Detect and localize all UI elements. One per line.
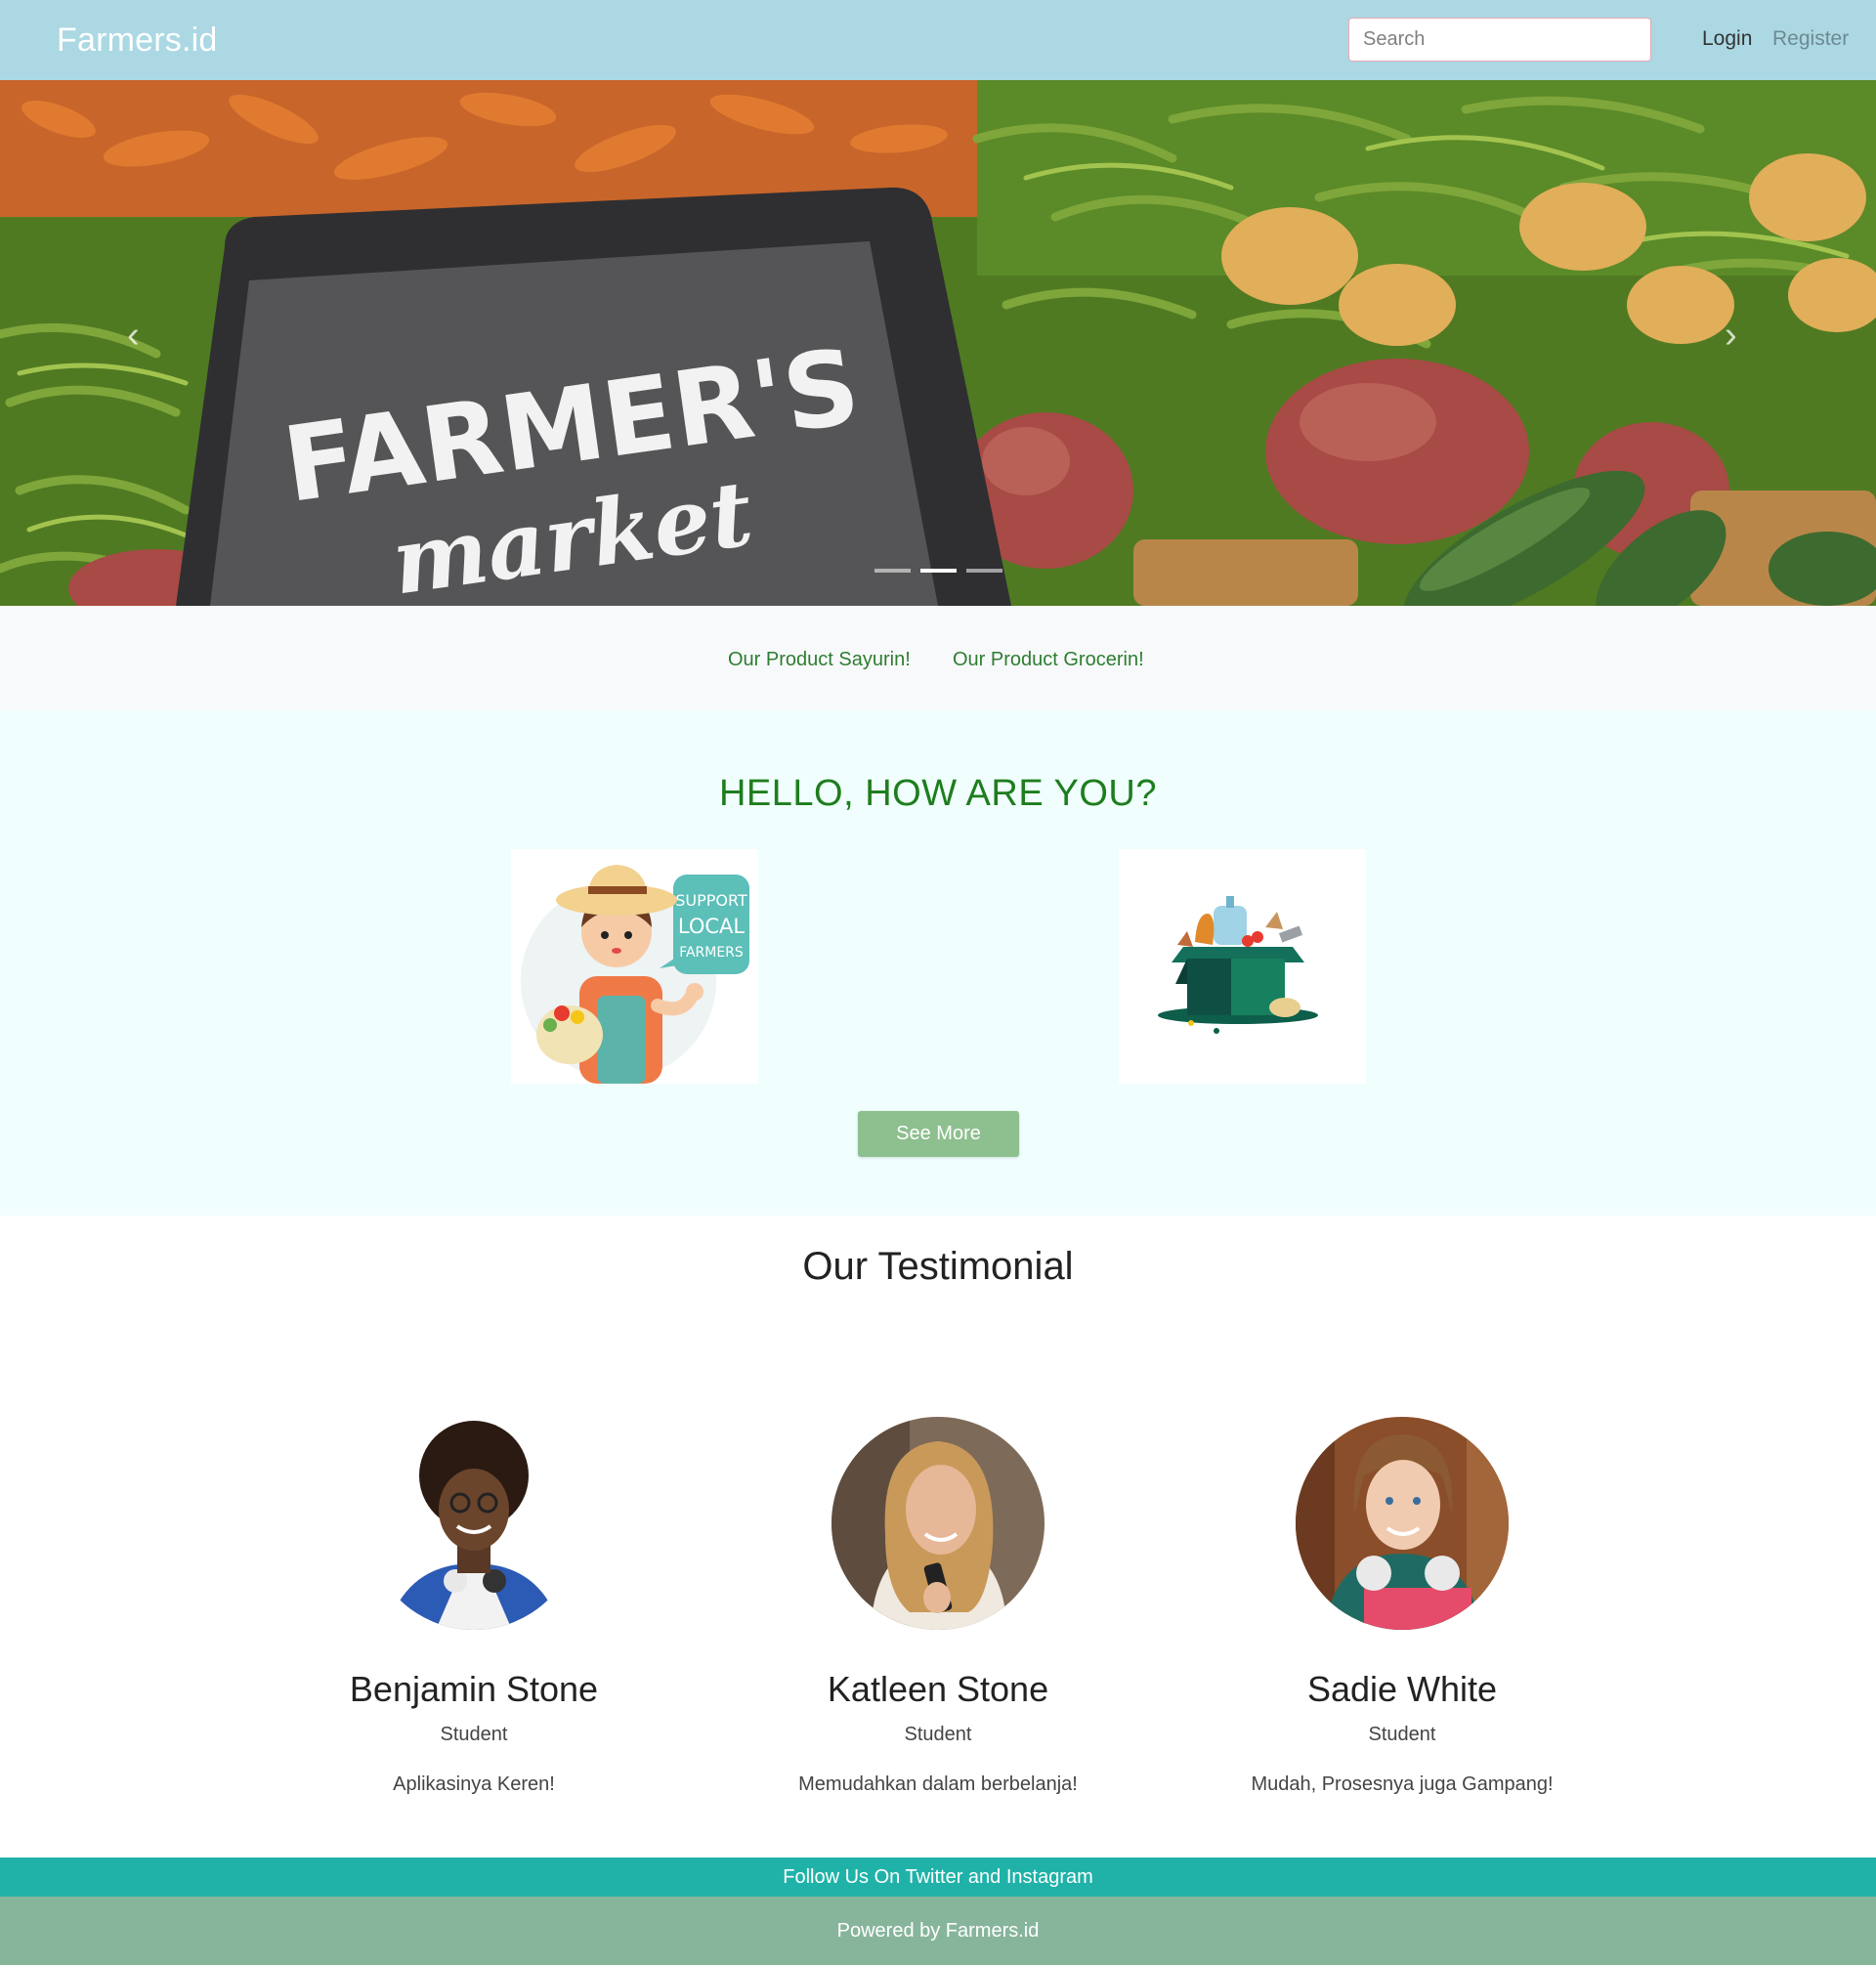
person-role: Student bbox=[440, 1724, 508, 1745]
person-role: Student bbox=[1368, 1724, 1436, 1745]
carousel-prev-icon[interactable]: ‹ bbox=[127, 315, 140, 357]
see-more-button[interactable]: See More bbox=[858, 1111, 1019, 1157]
bubble-line-3: FARMERS bbox=[679, 945, 744, 961]
farmer-illustration: SUPPORT LOCAL FARMERS bbox=[521, 865, 749, 1084]
search-input[interactable] bbox=[1348, 18, 1651, 62]
hello-section: HELLO, HOW ARE YOU? SUPPORT LOCAL FARMER… bbox=[0, 710, 1876, 1216]
bubble-line-1: SUPPORT bbox=[675, 891, 747, 910]
person-role: Student bbox=[904, 1724, 972, 1745]
person-quote: Memudahkan dalam berbelanja! bbox=[798, 1773, 1078, 1795]
hero-image: FARMER'S market bbox=[0, 80, 1876, 606]
person-name: Katleen Stone bbox=[827, 1669, 1049, 1709]
navbar: Farmers.id Login Register bbox=[0, 0, 1876, 80]
carousel-indicator-2[interactable] bbox=[920, 569, 957, 573]
login-link[interactable]: Login bbox=[1702, 27, 1752, 51]
avatar-katleen-image bbox=[831, 1417, 1045, 1630]
carousel-indicators bbox=[874, 569, 1002, 573]
testimonial-card: Katleen Stone Student Memudahkan dalam b… bbox=[733, 1417, 1143, 1796]
avatar-sadie-image bbox=[1296, 1417, 1509, 1630]
grocery-box-illustration bbox=[1158, 896, 1318, 1034]
powered-by-footer: Powered by Farmers.id bbox=[0, 1897, 1876, 1965]
brand-logo[interactable]: Farmers.id bbox=[57, 21, 217, 60]
testimonial-card: Sadie White Student Mudah, Prosesnya jug… bbox=[1197, 1417, 1607, 1796]
hero-carousel: FARMER'S market ‹ › bbox=[0, 80, 1876, 606]
product-nav: Our Product Sayurin! Our Product Groceri… bbox=[0, 606, 1876, 710]
bubble-line-2: LOCAL bbox=[678, 915, 746, 938]
person-quote: Aplikasinya Keren! bbox=[393, 1773, 555, 1795]
person-name: Benjamin Stone bbox=[349, 1669, 599, 1709]
person-name: Sadie White bbox=[1306, 1669, 1498, 1709]
avatar bbox=[831, 1417, 1045, 1630]
testimonial-card: Benjamin Stone Student Aplikasinya Keren… bbox=[269, 1417, 679, 1796]
farmer-card-image[interactable]: SUPPORT LOCAL FARMERS bbox=[511, 849, 758, 1084]
hello-title: HELLO, HOW ARE YOU? bbox=[718, 773, 1158, 814]
follow-us-bar[interactable]: Follow Us On Twitter and Instagram bbox=[0, 1858, 1876, 1897]
testimonial-title: Our Testimonial bbox=[802, 1245, 1074, 1288]
register-link[interactable]: Register bbox=[1772, 27, 1849, 51]
chalkboard-sign: FARMER'S market bbox=[176, 187, 1011, 606]
product-sayurin-link[interactable]: Our Product Sayurin! bbox=[728, 649, 911, 671]
grocery-card-image[interactable] bbox=[1119, 849, 1366, 1084]
carousel-indicator-3[interactable] bbox=[966, 569, 1002, 573]
avatar-benjamin-image bbox=[367, 1417, 580, 1630]
avatar bbox=[1296, 1417, 1509, 1630]
product-grocerin-link[interactable]: Our Product Grocerin! bbox=[953, 649, 1144, 671]
carousel-indicator-1[interactable] bbox=[874, 569, 911, 573]
carousel-next-icon[interactable]: › bbox=[1725, 315, 1737, 357]
avatar bbox=[367, 1417, 580, 1630]
person-quote: Mudah, Prosesnya juga Gampang! bbox=[1251, 1773, 1554, 1795]
